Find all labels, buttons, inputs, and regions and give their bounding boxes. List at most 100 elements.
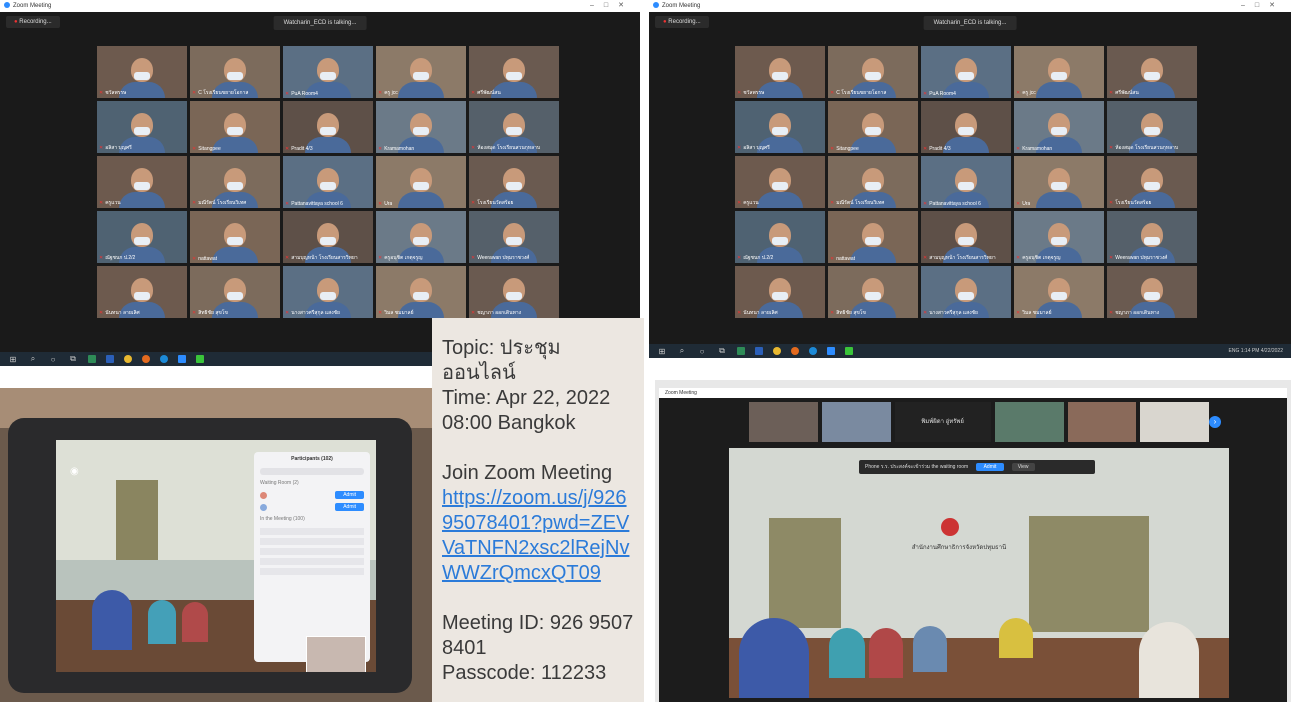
gallery-grid: ✕ ชวัลพรรษ ✕ C โรงเรียนขยายโอกาส ✕ PuA Room4 ✕… bbox=[735, 46, 1197, 318]
participant-name: ✕ ชญาภา ออกเดินทาง bbox=[471, 309, 521, 317]
system-tray-clock[interactable]: ENG 1:14 PM 4/22/2022 bbox=[1229, 344, 1283, 358]
task-view-icon[interactable]: ⧉ bbox=[68, 354, 78, 364]
search-icon[interactable]: ⌕ bbox=[28, 354, 38, 364]
window-controls[interactable]: –□✕ bbox=[590, 0, 634, 12]
participant-tile[interactable]: ✕ ห้องสมุด โรงเรียนสวนกุหลาบ bbox=[1107, 101, 1197, 153]
participant-tile[interactable]: ✕ ครูแวน bbox=[97, 156, 187, 208]
recording-indicator[interactable]: ● Recording... bbox=[655, 16, 709, 28]
participant-tile[interactable]: ✕ Weerawan ปทุมราชวงศ์ bbox=[469, 211, 559, 263]
line-icon[interactable] bbox=[845, 347, 853, 355]
firefox-icon[interactable] bbox=[142, 355, 150, 363]
edge-icon[interactable] bbox=[160, 355, 168, 363]
participant-tile[interactable]: ✕ ครูอนุชิต เกตุจรูญ bbox=[376, 211, 466, 263]
participant-tile[interactable]: ✕ นางสาวศรีสุกุล แสงชัย bbox=[921, 266, 1011, 318]
participant-row[interactable] bbox=[260, 528, 364, 535]
participant-tile[interactable]: ✕ Pradit 4/3 bbox=[283, 101, 373, 153]
admit-button[interactable]: Admit bbox=[975, 463, 1005, 471]
task-view-icon[interactable]: ⧉ bbox=[717, 346, 727, 356]
invite-link[interactable]: https://zoom.us/j/92695078401?pwd=ZEVVaT… bbox=[442, 487, 629, 584]
participant-tile[interactable]: ✕ ณัฐชนก ป.2/2 bbox=[97, 211, 187, 263]
zoom-taskbar-icon[interactable] bbox=[827, 347, 835, 355]
participant-tile[interactable]: ✕ ชวัลพรรษ bbox=[735, 46, 825, 98]
participant-tile[interactable]: ✕ C โรงเรียนขยายโอกาส bbox=[190, 46, 280, 98]
window-titlebar: Zoom Meeting bbox=[659, 388, 1287, 398]
participant-row[interactable] bbox=[260, 568, 364, 575]
face-mask bbox=[772, 182, 788, 190]
windows-start-icon[interactable]: ⊞ bbox=[8, 355, 18, 364]
participant-tile[interactable]: ✕ Pradit 4/3 bbox=[921, 101, 1011, 153]
line-icon[interactable] bbox=[196, 355, 204, 363]
next-page-icon[interactable]: › bbox=[1209, 416, 1221, 428]
participant-tile[interactable]: ✕ ศรีพัฒน์สน bbox=[469, 46, 559, 98]
participants-panel[interactable]: Participants (102) Waiting Room (2) Admi… bbox=[254, 452, 370, 662]
word-icon[interactable] bbox=[755, 347, 763, 355]
participant-tile[interactable]: ✕ Ura bbox=[376, 156, 466, 208]
participant-tile[interactable]: ✕ โรงเรียนวัดสร้อย bbox=[469, 156, 559, 208]
participant-tile[interactable]: ✕ วิมล ชมมาลย์ bbox=[376, 266, 466, 318]
participant-tile[interactable]: ✕ ครูอนุชิต เกตุจรูญ bbox=[1014, 211, 1104, 263]
word-icon[interactable] bbox=[106, 355, 114, 363]
participant-tile[interactable]: ✕ โรงเรียนวัดสร้อย bbox=[1107, 156, 1197, 208]
participant-tile[interactable]: ✕ ครู jcc bbox=[376, 46, 466, 98]
participant-tile[interactable]: ✕ อลิสา บุญศรี bbox=[735, 101, 825, 153]
participant-tile[interactable]: ✕ Kramamohan bbox=[376, 101, 466, 153]
participant-tile[interactable]: ✕ สามบุญหน้า โรงเรียนสารวิทยา bbox=[921, 211, 1011, 263]
camera-icon[interactable]: ◉ bbox=[70, 466, 79, 477]
participant-tile[interactable]: ✕ Weerawan ปทุมราชวงศ์ bbox=[1107, 211, 1197, 263]
admit-button[interactable]: Admit bbox=[335, 503, 364, 511]
admit-button[interactable]: Admit bbox=[335, 491, 364, 499]
face-mask bbox=[772, 72, 788, 80]
participants-search[interactable] bbox=[260, 468, 364, 475]
participant-tile[interactable]: ✕ nattawat bbox=[190, 211, 280, 263]
participant-tile[interactable]: ✕ Sitangpee bbox=[828, 101, 918, 153]
gallery-grid: ✕ ชวัลพรรษ ✕ C โรงเรียนขยายโอกาส ✕ PuA Room4 ✕… bbox=[97, 46, 559, 318]
participant-tile[interactable]: ✕ ครู jcc bbox=[1014, 46, 1104, 98]
participant-tile[interactable]: ✕ มณีรัตน์ โรงเรียนวิเทศ bbox=[190, 156, 280, 208]
participant-tile[interactable]: ✕ ชญาภา ออกเดินทาง bbox=[1107, 266, 1197, 318]
chrome-icon[interactable] bbox=[124, 355, 132, 363]
participant-tile[interactable]: ✕ อลิสา บุญศรี bbox=[97, 101, 187, 153]
search-icon[interactable]: ⌕ bbox=[677, 346, 687, 356]
windows-start-icon[interactable]: ⊞ bbox=[657, 347, 667, 356]
cortana-icon[interactable]: ○ bbox=[697, 347, 707, 356]
participant-tile[interactable]: ✕ มณีรัตน์ โรงเรียนวิเทศ bbox=[828, 156, 918, 208]
participant-tile[interactable]: ✕ ชวัลพรรษ bbox=[97, 46, 187, 98]
participant-tile[interactable]: ✕ สิทธิชัย สุขโข bbox=[190, 266, 280, 318]
participant-row[interactable] bbox=[260, 548, 364, 555]
recording-indicator[interactable]: ● Recording... bbox=[6, 16, 60, 28]
participant-tile[interactable]: ✕ Kramamohan bbox=[1014, 101, 1104, 153]
participant-tile[interactable]: ✕ ครูแวน bbox=[735, 156, 825, 208]
participant-tile[interactable]: ✕ Pattanavittaya school 6 bbox=[283, 156, 373, 208]
participant-tile[interactable]: ✕ ศรีพัฒน์สน bbox=[1107, 46, 1197, 98]
participant-tile[interactable]: ✕ Pattanavittaya school 6 bbox=[921, 156, 1011, 208]
participant-tile[interactable]: ✕ สามบุญหน้า โรงเรียนสารวิทยา bbox=[283, 211, 373, 263]
invite-join-label: Join Zoom Meeting bbox=[442, 462, 613, 484]
participant-tile[interactable]: ✕ ชญาภา ออกเดินทาง bbox=[469, 266, 559, 318]
view-button[interactable]: View bbox=[1011, 463, 1035, 471]
participant-row[interactable] bbox=[260, 538, 364, 545]
firefox-icon[interactable] bbox=[791, 347, 799, 355]
participant-tile[interactable]: ✕ nattawat bbox=[828, 211, 918, 263]
participant-tile[interactable]: ✕ นางสาวศรีสุกุล แสงชัย bbox=[283, 266, 373, 318]
participant-tile[interactable]: ✕ ณัฐชนก ป.2/2 bbox=[735, 211, 825, 263]
excel-icon[interactable] bbox=[737, 347, 745, 355]
self-view-thumbnail[interactable] bbox=[306, 636, 366, 672]
cortana-icon[interactable]: ○ bbox=[48, 355, 58, 364]
excel-icon[interactable] bbox=[88, 355, 96, 363]
zoom-taskbar-icon[interactable] bbox=[178, 355, 186, 363]
participant-tile[interactable]: ✕ สิทธิชัย สุขโข bbox=[828, 266, 918, 318]
participant-tile[interactable]: ✕ นันทนา ลายเลิศ bbox=[735, 266, 825, 318]
chrome-icon[interactable] bbox=[773, 347, 781, 355]
participant-tile[interactable]: ✕ Sitangpee bbox=[190, 101, 280, 153]
window-controls[interactable]: –□✕ bbox=[1241, 0, 1285, 12]
participant-tile[interactable]: ✕ วิมล ชมมาลย์ bbox=[1014, 266, 1104, 318]
participant-tile[interactable]: ✕ PuA Room4 bbox=[921, 46, 1011, 98]
participant-tile[interactable]: ✕ Ura bbox=[1014, 156, 1104, 208]
edge-icon[interactable] bbox=[809, 347, 817, 355]
participant-row[interactable] bbox=[260, 558, 364, 565]
participant-name-label: ครูแวน bbox=[105, 200, 121, 206]
participant-tile[interactable]: ✕ ห้องสมุด โรงเรียนสวนกุหลาบ bbox=[469, 101, 559, 153]
participant-tile[interactable]: ✕ นันทนา ลายเลิศ bbox=[97, 266, 187, 318]
participant-tile[interactable]: ✕ PuA Room4 bbox=[283, 46, 373, 98]
participant-tile[interactable]: ✕ C โรงเรียนขยายโอกาส bbox=[828, 46, 918, 98]
